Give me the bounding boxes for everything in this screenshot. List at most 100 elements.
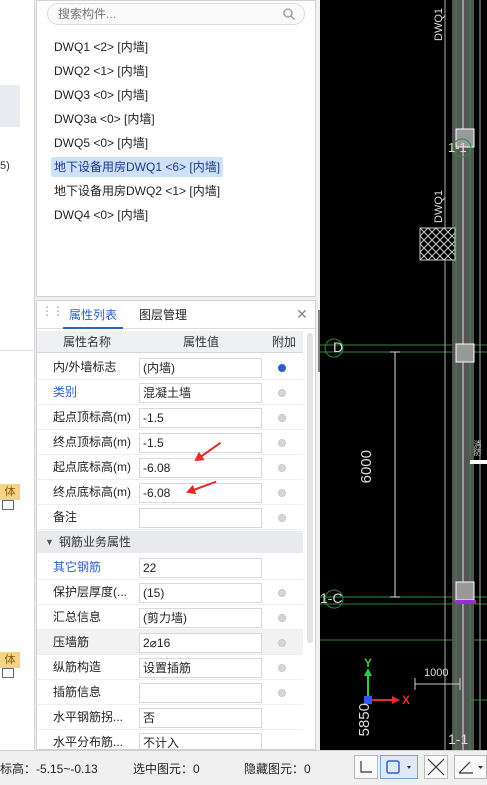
cad-label-dwq1-mid: DWQ1 bbox=[433, 190, 445, 223]
collapse-triangle-icon[interactable]: ▼ bbox=[45, 537, 54, 547]
extra-radio[interactable] bbox=[278, 589, 286, 597]
property-row[interactable]: 水平钢筋拐... 否 bbox=[37, 705, 303, 730]
cad-drawing bbox=[320, 0, 487, 750]
tab-attribute-list[interactable]: 属性列表 bbox=[63, 301, 124, 329]
property-name[interactable]: 类别 bbox=[53, 380, 137, 405]
property-value-field[interactable]: -1.5 bbox=[139, 408, 262, 428]
cad-dim-5850: 5850 bbox=[356, 703, 373, 737]
component-list-item[interactable]: DWQ4 <0> [内墙] bbox=[51, 205, 151, 225]
properties-column-header: 属性名称 属性值 附加 bbox=[37, 331, 303, 353]
left-strip-divider bbox=[0, 350, 35, 351]
property-row[interactable]: 起点底标高(m) -6.08 bbox=[37, 455, 303, 480]
extra-radio[interactable] bbox=[278, 664, 286, 672]
property-value-field[interactable] bbox=[139, 683, 262, 703]
component-list-item[interactable]: DWQ3a <0> [内墙] bbox=[51, 109, 158, 129]
property-value-field[interactable]: (内墙) bbox=[139, 358, 262, 378]
cross-select-button[interactable] bbox=[424, 755, 448, 779]
property-row[interactable]: 保护层厚度(... (15) bbox=[37, 580, 303, 605]
cad-axis-1-c: 1-C bbox=[320, 590, 343, 606]
property-row[interactable]: 终点底标高(m) -6.08 bbox=[37, 480, 303, 505]
property-row[interactable]: 起点顶标高(m) -1.5 bbox=[37, 405, 303, 430]
property-row[interactable]: 内/外墙标志 (内墙) bbox=[37, 355, 303, 380]
component-list-panel: DWQ1 <2> [内墙] DWQ2 <1> [内墙] DWQ3 <0> [内墙] D… bbox=[36, 0, 316, 297]
property-name[interactable]: 其它钢筋 bbox=[53, 555, 137, 580]
component-list-item[interactable]: 地下设备用房DWQ1 <6> [内墙] bbox=[51, 157, 224, 177]
status-selected-count: 选中图元：0 bbox=[133, 762, 200, 776]
close-icon[interactable]: ✕ bbox=[295, 307, 309, 321]
property-row[interactable]: 纵筋构造 设置插筋 bbox=[37, 655, 303, 680]
component-list-item[interactable]: DWQ2 <1> [内墙] bbox=[51, 61, 151, 81]
property-row[interactable]: 汇总信息 (剪力墙) bbox=[37, 605, 303, 630]
extra-radio[interactable] bbox=[278, 389, 286, 397]
cad-axis-1-1-top: 1-1 bbox=[448, 140, 467, 155]
extra-radio[interactable] bbox=[278, 614, 286, 622]
property-value-field[interactable]: 否 bbox=[139, 708, 262, 728]
cross-icon bbox=[427, 758, 445, 776]
property-value-field[interactable]: (15) bbox=[139, 583, 262, 603]
properties-scrollbar[interactable] bbox=[307, 333, 313, 643]
tab-layer-management[interactable]: 图层管理 bbox=[133, 301, 193, 329]
component-list-item[interactable]: DWQ1 <2> [内墙] bbox=[51, 37, 151, 57]
property-row[interactable]: 终点顶标高(m) -1.5 bbox=[37, 430, 303, 455]
extra-radio[interactable] bbox=[278, 639, 286, 647]
component-list-item[interactable]: DWQ5 <0> [内墙] bbox=[51, 133, 151, 153]
cad-side-text: 消防 bbox=[473, 440, 482, 456]
extra-radio[interactable] bbox=[278, 514, 286, 522]
property-name: 水平钢筋拐... bbox=[53, 710, 124, 724]
left-strip-partial-text: 5) bbox=[0, 160, 10, 172]
group-rebar-properties[interactable]: ▼ 钢筋业务属性 bbox=[37, 531, 303, 553]
cad-dim-1000: 1000 bbox=[424, 667, 449, 679]
search-icon[interactable] bbox=[282, 7, 296, 21]
property-row[interactable]: 类别 混凝土墙 bbox=[37, 380, 303, 405]
property-name: 起点顶标高(m) bbox=[53, 410, 131, 424]
component-list-item[interactable]: 地下设备用房DWQ2 <1> [内墙] bbox=[51, 181, 223, 201]
column-extra: 附加 bbox=[271, 335, 296, 349]
snap-mode-dropdown[interactable] bbox=[380, 755, 418, 779]
property-value-field[interactable]: 2⌀16 bbox=[139, 633, 262, 653]
trial-tag[interactable]: 体验 bbox=[0, 484, 20, 500]
property-row[interactable]: 备注 bbox=[37, 505, 303, 530]
tag-box-icon bbox=[2, 500, 14, 510]
property-value-field[interactable]: 混凝土墙 bbox=[139, 383, 262, 403]
extra-radio[interactable] bbox=[278, 464, 286, 472]
cad-axis-1-1-bottom: 1-1 bbox=[448, 731, 469, 747]
extra-radio[interactable] bbox=[278, 439, 286, 447]
property-row[interactable]: 插筋信息 bbox=[37, 680, 303, 705]
properties-header: ⋮⋮ 属性列表 图层管理 ✕ bbox=[37, 301, 315, 329]
property-row[interactable]: 其它钢筋 22 bbox=[37, 555, 303, 580]
property-name: 终点顶标高(m) bbox=[53, 435, 131, 449]
property-value-field[interactable]: 22 bbox=[139, 558, 262, 578]
trial-tag-2[interactable]: 体验 bbox=[0, 652, 20, 668]
property-value-field[interactable]: 设置插筋 bbox=[139, 658, 262, 678]
search-input[interactable] bbox=[58, 7, 278, 21]
property-value-field[interactable]: (剪力墙) bbox=[139, 608, 262, 628]
cad-axis-d: D bbox=[333, 339, 344, 355]
status-bar: 标高：-5.15~-0.13 选中图元：0 隐藏图元：0 bbox=[0, 750, 487, 785]
drag-grip-icon[interactable]: ⋮⋮ bbox=[41, 305, 64, 323]
extra-radio[interactable] bbox=[278, 689, 286, 697]
tag-box-icon-2 bbox=[2, 668, 14, 678]
extra-radio[interactable] bbox=[278, 414, 286, 422]
property-value-field[interactable]: -1.5 bbox=[139, 433, 262, 453]
extra-radio[interactable] bbox=[278, 489, 286, 497]
property-row[interactable]: 水平分布筋... 不计入 bbox=[37, 730, 303, 749]
component-list-item[interactable]: DWQ3 <0> [内墙] bbox=[51, 85, 151, 105]
group-label: 钢筋业务属性 bbox=[59, 535, 132, 549]
property-name: 纵筋构造 bbox=[53, 660, 102, 674]
property-value-field[interactable] bbox=[139, 508, 262, 528]
column-attr-value: 属性值 bbox=[182, 335, 219, 349]
property-name: 备注 bbox=[53, 510, 78, 524]
ortho-toggle-button[interactable] bbox=[354, 755, 378, 779]
left-side-strip: 5) 体验 体验 bbox=[0, 0, 35, 750]
cad-drawing-canvas[interactable]: DWQ1 DWQ1 1-1 D 1-C 6000 1000 5850 1-1 Y… bbox=[320, 0, 487, 750]
property-name: 保护层厚度(... bbox=[53, 585, 127, 599]
angle-dropdown[interactable] bbox=[454, 755, 487, 779]
property-row[interactable]: 压墙筋 2⌀16 bbox=[37, 630, 303, 655]
column-attr-name: 属性名称 bbox=[62, 335, 111, 349]
ucs-y-label: Y bbox=[364, 656, 373, 670]
property-name: 插筋信息 bbox=[53, 685, 102, 699]
left-strip-selected-item[interactable] bbox=[0, 85, 20, 127]
search-box[interactable] bbox=[47, 3, 305, 25]
property-value-field[interactable]: 不计入 bbox=[139, 733, 262, 749]
extra-radio[interactable] bbox=[278, 364, 286, 372]
